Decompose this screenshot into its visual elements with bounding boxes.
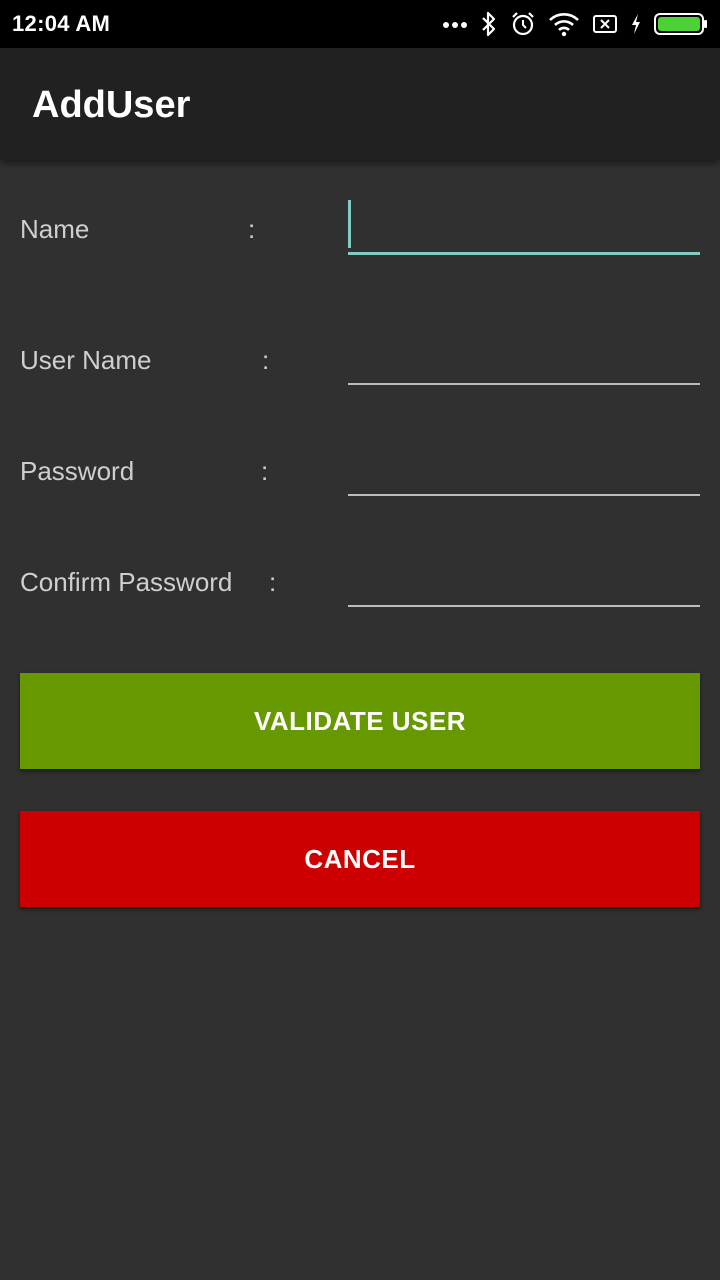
confirm-password-label: Confirm Password <box>20 567 233 597</box>
username-label: User Name <box>20 345 152 375</box>
password-input[interactable] <box>348 450 700 496</box>
charging-icon <box>630 13 642 35</box>
app-bar: AddUser <box>0 48 720 160</box>
wifi-icon <box>548 11 580 37</box>
name-colon: : <box>248 214 256 244</box>
cancel-button[interactable]: CANCEL <box>20 811 700 907</box>
username-colon: : <box>262 345 270 375</box>
text-caret <box>348 200 351 248</box>
username-input[interactable] <box>348 339 700 385</box>
battery-icon <box>654 12 708 36</box>
password-colon: : <box>261 456 269 486</box>
password-label: Password <box>20 456 135 486</box>
confirm-password-colon: : <box>269 567 277 597</box>
confirm-password-input[interactable] <box>348 561 700 607</box>
more-dots-icon <box>442 19 468 29</box>
name-input[interactable] <box>348 209 700 255</box>
status-icons <box>442 8 708 40</box>
bluetooth-icon <box>480 11 498 37</box>
alarm-icon <box>510 11 536 37</box>
status-time: 12:04 AM <box>12 11 111 36</box>
app-title: AddUser <box>32 84 191 126</box>
status-bar: 12:04 AM <box>0 0 720 48</box>
name-label: Name <box>20 214 90 244</box>
validate-user-button[interactable]: VALIDATE USER <box>20 673 700 769</box>
sim-off-icon <box>592 13 618 35</box>
